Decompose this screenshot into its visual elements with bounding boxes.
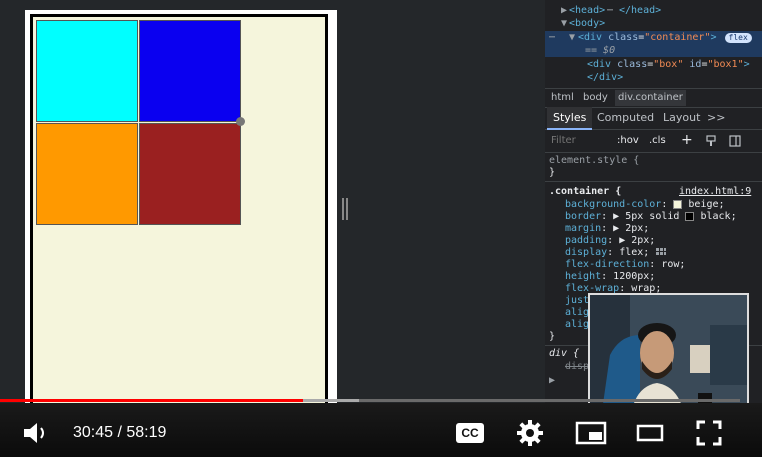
tab-layout[interactable]: Layout — [663, 111, 700, 124]
paint-brush-icon[interactable] — [705, 135, 717, 147]
container-rule-selector[interactable]: .container { — [549, 186, 621, 198]
decl-border[interactable]: border: ▶ 5px solid black; — [565, 211, 737, 223]
resize-handle[interactable] — [236, 117, 245, 126]
breadcrumb-body[interactable]: body — [583, 92, 608, 103]
cls-toggle[interactable]: .cls — [649, 135, 666, 146]
collapse-arrow-icon[interactable]: ▼ — [561, 17, 567, 30]
new-rule-icon[interactable]: + — [681, 132, 693, 148]
element-style-selector[interactable]: element.style { — [549, 155, 639, 167]
styles-filter-row: :hov .cls + — [545, 130, 762, 153]
fullscreen-icon[interactable] — [696, 420, 722, 446]
breadcrumb-html[interactable]: html — [551, 92, 574, 103]
styles-filter-input[interactable] — [549, 134, 613, 147]
div-rule-selector[interactable]: div { — [549, 348, 579, 360]
rule-source-link[interactable]: index.html:9 — [679, 186, 751, 198]
collapse-arrow-icon[interactable]: ▶ — [549, 375, 555, 387]
collapse-arrow-icon[interactable]: ▼ — [569, 31, 575, 44]
volume-icon[interactable] — [22, 421, 50, 445]
hov-toggle[interactable]: :hov — [617, 135, 639, 146]
box-maroon[interactable] — [139, 123, 241, 225]
box-blue[interactable] — [139, 20, 241, 122]
styles-tabbar: Styles Computed Layout >> — [545, 107, 762, 130]
container-rule-close: } — [549, 331, 556, 342]
color-swatch[interactable] — [685, 211, 695, 221]
decl-align-partial-2[interactable]: alig — [565, 319, 589, 331]
dom-node-body[interactable]: ▼ <body> — [545, 17, 762, 30]
time-display: 30:45 / 58:19 — [73, 424, 167, 441]
dom-node-container-selected[interactable]: ⋯ ▼ <div class="container"> flex == $0 — [545, 31, 762, 57]
element-style-close: } — [549, 167, 556, 178]
decl-margin[interactable]: margin: ▶ 2px; — [565, 223, 649, 235]
decl-background-color[interactable]: background-color: beige; — [565, 199, 725, 211]
tab-styles[interactable]: Styles — [547, 107, 593, 130]
more-tabs-icon[interactable]: >> — [707, 111, 725, 124]
dom-node-box1-close[interactable]: </div> — [545, 71, 762, 84]
box-orange[interactable] — [36, 123, 138, 225]
dom-node-head[interactable]: ▶ <head> ⋯ </head> — [545, 4, 762, 17]
flex-badge[interactable]: flex — [724, 33, 752, 43]
settings-icon[interactable] — [516, 419, 544, 447]
expand-arrow-icon[interactable]: ▶ — [561, 4, 567, 17]
panel-splitter[interactable] — [342, 198, 348, 220]
flex-container[interactable] — [30, 14, 328, 412]
breadcrumb-div-container[interactable]: div.container — [615, 90, 686, 106]
decl-flex-direction[interactable]: flex-direction: row; — [565, 259, 685, 271]
flexbox-editor-icon[interactable] — [655, 247, 667, 257]
tab-computed[interactable]: Computed — [597, 111, 654, 124]
decl-display-overridden[interactable]: disp — [565, 361, 589, 373]
captions-icon[interactable]: CC — [456, 423, 484, 443]
decl-height[interactable]: height: 1200px; — [565, 271, 655, 283]
box-cyan[interactable] — [36, 20, 138, 122]
decl-padding[interactable]: padding: ▶ 2px; — [565, 235, 655, 247]
theater-mode-icon[interactable] — [636, 423, 664, 443]
decl-justify-partial[interactable]: just — [565, 295, 589, 307]
sidebar-toggle-icon[interactable] — [729, 135, 741, 147]
decl-display[interactable]: display: flex; — [565, 247, 667, 259]
progress-played[interactable] — [0, 399, 303, 402]
breadcrumb: html body div.container — [545, 88, 762, 108]
miniplayer-icon[interactable] — [575, 421, 607, 445]
dom-node-box1[interactable]: <div class="box" id="box1"> — [545, 58, 762, 71]
color-swatch[interactable] — [673, 199, 683, 209]
decl-align-partial[interactable]: alig — [565, 307, 589, 319]
